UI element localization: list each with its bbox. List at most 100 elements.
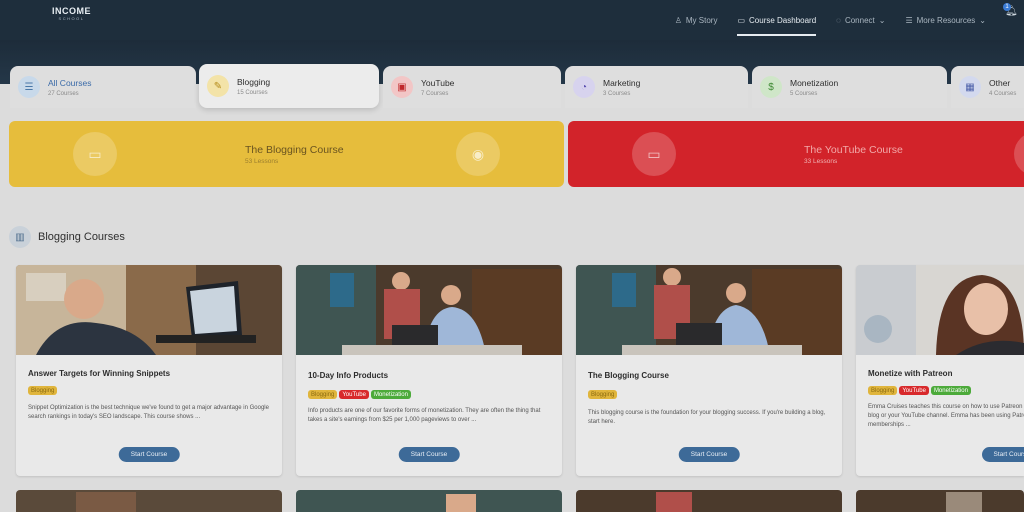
tab-count: 4 Courses	[989, 90, 1017, 97]
tab-title: All Courses	[48, 77, 92, 88]
course-description: This blogging course is the foundation f…	[588, 410, 826, 425]
screen-play-icon: ▭	[73, 132, 117, 176]
tab-title: Blogging	[237, 76, 271, 87]
course-description: Info products are one of our favorite fo…	[308, 408, 541, 423]
tab-title: Monetization	[790, 77, 839, 88]
start-course-button[interactable]: Start Course	[398, 447, 460, 462]
course-card-row2[interactable]	[296, 490, 562, 512]
tab-marketing[interactable]: ◔ Marketing 3 Courses	[565, 66, 748, 108]
tab-other[interactable]: ▦ Other 4 Courses	[951, 66, 1024, 108]
grid-icon: ▦	[959, 76, 981, 98]
thumbnail-image	[16, 490, 282, 512]
chat-icon: ◌	[836, 15, 841, 25]
tag-list: Blogging	[588, 390, 618, 399]
logo-line2: SCHOOL	[58, 16, 85, 21]
section-title: Blogging Courses	[38, 231, 125, 243]
nav-my-story-label: My Story	[685, 15, 718, 25]
tab-youtube[interactable]: ▣ YouTube 7 Courses	[383, 66, 561, 108]
tag-monetization[interactable]: Monetization	[930, 386, 971, 395]
user-icon: ♙	[674, 15, 682, 25]
thumbnail-image	[576, 265, 842, 355]
start-course-button[interactable]: Start Course	[981, 447, 1024, 462]
list-icon: ☰	[905, 15, 913, 25]
course-thumbnail	[576, 265, 842, 355]
nav-connect[interactable]: ◌ Connect ⌄	[836, 0, 885, 40]
thumbnail-image	[296, 265, 562, 355]
course-title: 10-Day Info Products	[308, 371, 389, 380]
course-card-row2[interactable]	[16, 490, 282, 512]
course-title: Answer Targets for Winning Snippets	[28, 369, 171, 378]
book-open-icon: ▥	[9, 226, 31, 248]
blogging-course-banner[interactable]: ▭ The Blogging Course 53 Lessons ◉	[9, 121, 564, 187]
course-card-answer-targets[interactable]: Answer Targets for Winning Snippets Blog…	[16, 265, 282, 476]
thumbnail-image	[576, 490, 842, 512]
banner-title: The Blogging Course	[245, 144, 344, 156]
banner-title: The YouTube Course	[804, 144, 903, 156]
course-card-info-products[interactable]: 10-Day Info Products Blogging YouTube Mo…	[296, 265, 562, 476]
logo-line1: INCOME	[52, 6, 91, 16]
tab-title: Marketing	[603, 77, 641, 88]
course-thumbnail	[296, 265, 562, 355]
play-circle-icon: ◉	[1014, 132, 1024, 176]
income-school-logo[interactable]: INCOME SCHOOL	[52, 7, 91, 21]
course-thumbnail	[16, 265, 282, 355]
thumbnail-image	[856, 265, 1024, 355]
tag-list: Blogging YouTube Monetization	[308, 390, 411, 399]
book-icon: ▭	[737, 15, 746, 25]
tab-count: 3 Courses	[603, 90, 631, 97]
pie-chart-icon: ◔	[573, 76, 595, 98]
start-course-button[interactable]: Start Course	[118, 447, 180, 462]
nav-connect-label: Connect	[844, 15, 875, 25]
nav-links: ♙ My Story ▭ Course Dashboard ◌ Connect …	[675, 0, 1024, 40]
course-card-row2[interactable]	[856, 490, 1024, 512]
thumbnail-image	[16, 265, 282, 355]
nav-course-dashboard[interactable]: ▭ Course Dashboard	[737, 0, 816, 40]
tag-blogging[interactable]: Blogging	[28, 386, 58, 395]
banner-lessons: 33 Lessons	[804, 158, 838, 165]
tab-monetization[interactable]: $ Monetization 5 Courses	[752, 66, 947, 108]
tab-title: YouTube	[421, 77, 455, 88]
tag-list: Blogging YouTube Monetization	[868, 386, 971, 395]
chevron-down-icon: ⌄	[878, 15, 886, 25]
course-card-monetize-patreon[interactable]: Monetize with Patreon Blogging YouTube M…	[856, 265, 1024, 476]
thumbnail-image	[856, 490, 1024, 512]
tag-blogging[interactable]: Blogging	[588, 390, 618, 399]
tab-title: Other	[989, 77, 1011, 88]
tag-blogging[interactable]: Blogging	[308, 390, 338, 399]
chevron-down-icon: ⌄	[979, 15, 986, 25]
course-description: Emma Cruises teaches this course on how …	[868, 404, 1024, 428]
play-circle-icon: ◉	[456, 132, 500, 176]
edit-icon: ✎	[207, 75, 229, 97]
notification-badge: 1	[1003, 3, 1011, 11]
youtube-icon: ▣	[391, 76, 413, 98]
tag-list: Blogging	[28, 386, 58, 395]
list-icon: ☰	[18, 76, 40, 98]
start-course-button[interactable]: Start Course	[678, 447, 740, 462]
course-title: The Blogging Course	[588, 371, 669, 380]
tab-count: 15 Courses	[237, 89, 268, 96]
tag-youtube[interactable]: YouTube	[339, 390, 369, 399]
course-title: Monetize with Patreon	[868, 369, 953, 378]
dollar-icon: $	[760, 76, 782, 98]
banner-lessons: 53 Lessons	[245, 158, 279, 165]
nav-course-dashboard-label: Course Dashboard	[749, 15, 817, 25]
tab-count: 27 Courses	[48, 90, 79, 97]
tag-monetization[interactable]: Monetization	[370, 390, 411, 399]
nav-more-resources-label: More Resources	[916, 15, 976, 25]
course-description: Snippet Optimization is the best techniq…	[28, 405, 269, 420]
course-thumbnail	[856, 265, 1024, 355]
tab-count: 5 Courses	[790, 90, 818, 97]
tag-youtube[interactable]: YouTube	[899, 386, 929, 395]
tab-blogging[interactable]: ✎ Blogging 15 Courses	[199, 64, 379, 108]
tab-count: 7 Courses	[421, 90, 449, 97]
tab-all-courses[interactable]: ☰ All Courses 27 Courses	[10, 66, 196, 108]
youtube-course-banner[interactable]: ▭ The YouTube Course 33 Lessons ◉	[568, 121, 1024, 187]
tag-blogging[interactable]: Blogging	[868, 386, 898, 395]
screen-play-icon: ▭	[632, 132, 676, 176]
top-navigation: INCOME SCHOOL ♙ My Story ▭ Course Dashbo…	[0, 0, 1024, 40]
course-card-row2[interactable]	[576, 490, 842, 512]
notification-bell[interactable]: 🔔︎ 1	[1003, 3, 1019, 20]
nav-my-story[interactable]: ♙ My Story	[675, 0, 718, 40]
nav-more-resources[interactable]: ☰ More Resources ⌄	[905, 0, 986, 40]
course-card-blogging-course[interactable]: The Blogging Course Blogging This bloggi…	[576, 265, 842, 476]
